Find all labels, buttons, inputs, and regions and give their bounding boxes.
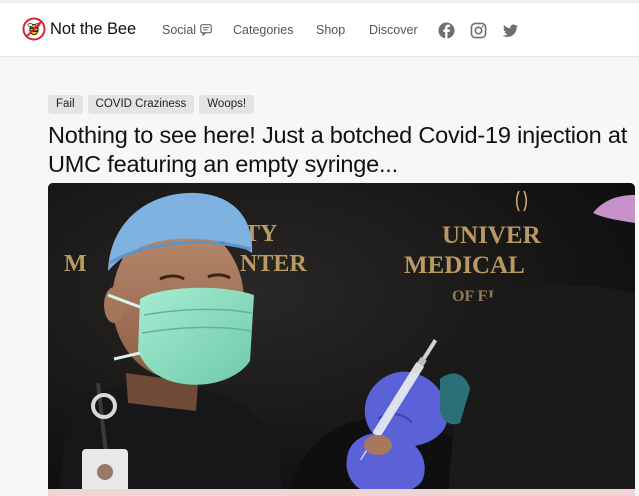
backdrop-text-right-1: UNIVER <box>442 222 542 249</box>
facebook-icon[interactable] <box>438 22 455 39</box>
tag-woops[interactable]: Woops! <box>199 95 255 114</box>
chat-bubble-icon <box>200 24 212 36</box>
article-title: Nothing to see here! Just a botched Covi… <box>48 122 628 177</box>
tag-covid-craziness[interactable]: COVID Craziness <box>87 95 195 114</box>
nav-social-label: Social <box>162 23 197 37</box>
tag-fail[interactable]: Fail <box>48 95 83 114</box>
site-logo[interactable]: Not the Bee <box>22 17 136 41</box>
video-still-image: TY M NTER UNIVER MEDICAL OF EL <box>48 183 635 496</box>
article-hero-image[interactable]: TY M NTER UNIVER MEDICAL OF EL <box>48 183 635 496</box>
nav-discover[interactable]: Discover <box>369 23 418 37</box>
instagram-icon[interactable] <box>470 22 487 39</box>
nav-categories[interactable]: Categories <box>233 23 293 37</box>
backdrop-text-right-2: MEDICAL <box>404 252 525 279</box>
image-bottom-strip <box>48 489 635 496</box>
backdrop-text-left-3: NTER <box>240 251 307 277</box>
article-main: Fail COVID Craziness Woops! Nothing to s… <box>0 57 639 496</box>
backdrop-text-left-2: M <box>64 251 87 277</box>
article-tags: Fail COVID Craziness Woops! <box>48 95 255 114</box>
nav-social[interactable]: Social <box>162 23 212 37</box>
site-name: Not the Bee <box>50 19 137 38</box>
twitter-icon[interactable] <box>502 22 519 39</box>
nav-shop[interactable]: Shop <box>316 23 345 37</box>
site-header: Not the Bee Social Categories Shop Disco… <box>0 3 639 57</box>
bee-logo-icon <box>22 17 46 41</box>
